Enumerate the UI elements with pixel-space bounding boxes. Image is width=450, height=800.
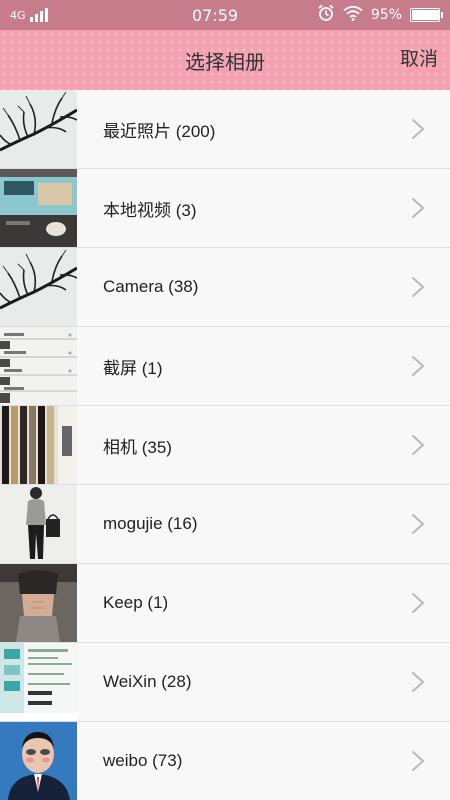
chevron-right-icon: [398, 662, 438, 702]
chevron-right-icon: [398, 504, 438, 544]
album-thumbnail: [0, 169, 77, 247]
album-thumbnail: [0, 327, 77, 405]
album-label: WeiXin (28): [103, 672, 192, 691]
album-picker-header: 选择相册 取消: [0, 30, 450, 90]
chevron-right-icon: [398, 741, 438, 781]
album-row[interactable]: 截屏 (1): [0, 327, 450, 406]
album-row[interactable]: 相机 (35): [0, 406, 450, 485]
album-row[interactable]: Keep (1): [0, 564, 450, 643]
album-row[interactable]: Camera (38): [0, 248, 450, 327]
album-label: 截屏 (1): [103, 358, 163, 378]
wifi-icon: [343, 5, 363, 25]
page-title: 选择相册: [185, 51, 265, 74]
chevron-right-icon: [398, 583, 438, 623]
album-label: weibo (73): [103, 751, 183, 770]
album-row[interactable]: WeiXin (28): [0, 643, 450, 722]
album-label: Keep (1): [103, 593, 169, 612]
chevron-right-icon: [398, 267, 438, 307]
album-label: 相机 (35): [103, 437, 172, 457]
album-label: Camera (38): [103, 277, 199, 296]
status-time: 07:59: [191, 5, 239, 25]
signal-icon: [29, 8, 48, 22]
battery-percent: 95%: [370, 7, 402, 23]
album-label: 本地视频 (3): [103, 200, 197, 220]
album-thumbnail: [0, 485, 77, 563]
album-thumbnail: [0, 90, 77, 168]
album-label: mogujie (16): [103, 514, 198, 533]
album-list: 最近照片 (200) 本地视频 (3) Camera (38) 截屏 (1) 相机 (3…: [0, 90, 450, 800]
chevron-right-icon: [398, 425, 438, 465]
cancel-button[interactable]: 取消: [400, 44, 438, 71]
chevron-right-icon: [398, 109, 438, 149]
album-row[interactable]: mogujie (16): [0, 485, 450, 564]
album-row[interactable]: weibo (73): [0, 722, 450, 800]
album-row[interactable]: 最近照片 (200): [0, 90, 450, 169]
network-type: 4G: [10, 8, 26, 22]
album-thumbnail: [0, 643, 77, 721]
chevron-right-icon: [398, 346, 438, 386]
status-bar: 4G 07:59 95%: [0, 0, 450, 30]
chevron-right-icon: [398, 188, 438, 228]
album-thumbnail: [0, 406, 77, 484]
album-thumbnail: [0, 722, 77, 800]
album-thumbnail: [0, 564, 77, 642]
alarm-icon: [317, 4, 335, 26]
album-thumbnail: [0, 248, 77, 326]
album-label: 最近照片 (200): [103, 121, 216, 141]
battery-icon: [410, 8, 443, 22]
album-row[interactable]: 本地视频 (3): [0, 169, 450, 248]
